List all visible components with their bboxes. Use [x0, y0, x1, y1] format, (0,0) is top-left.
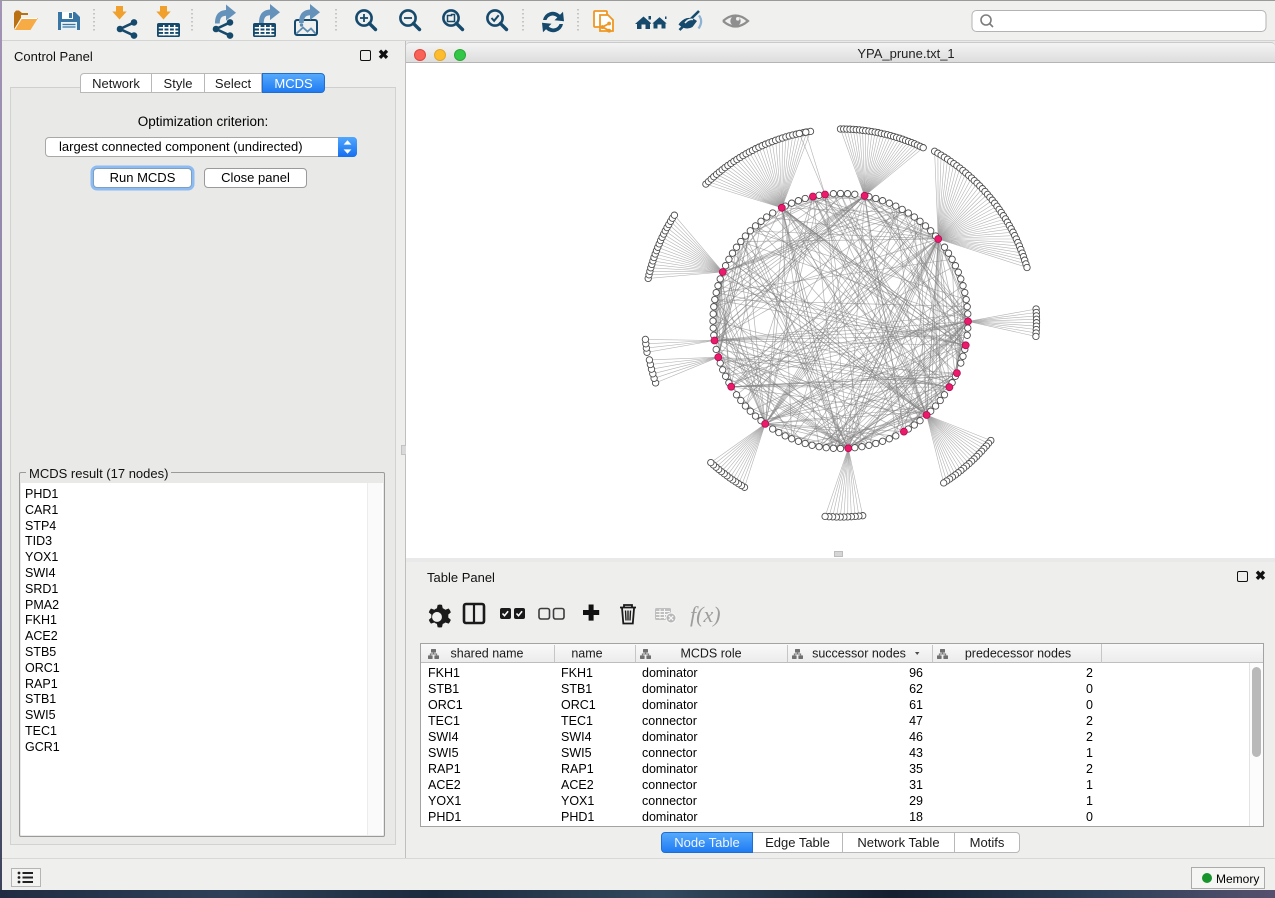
svg-text:f(x): f(x): [690, 602, 721, 627]
svg-text:successor nodes: successor nodes: [812, 647, 906, 661]
svg-text:name: name: [571, 647, 602, 661]
svg-text:predecessor nodes: predecessor nodes: [965, 647, 1071, 661]
svg-text:shared name: shared name: [451, 647, 524, 661]
svg-text:MCDS role: MCDS role: [680, 647, 741, 661]
